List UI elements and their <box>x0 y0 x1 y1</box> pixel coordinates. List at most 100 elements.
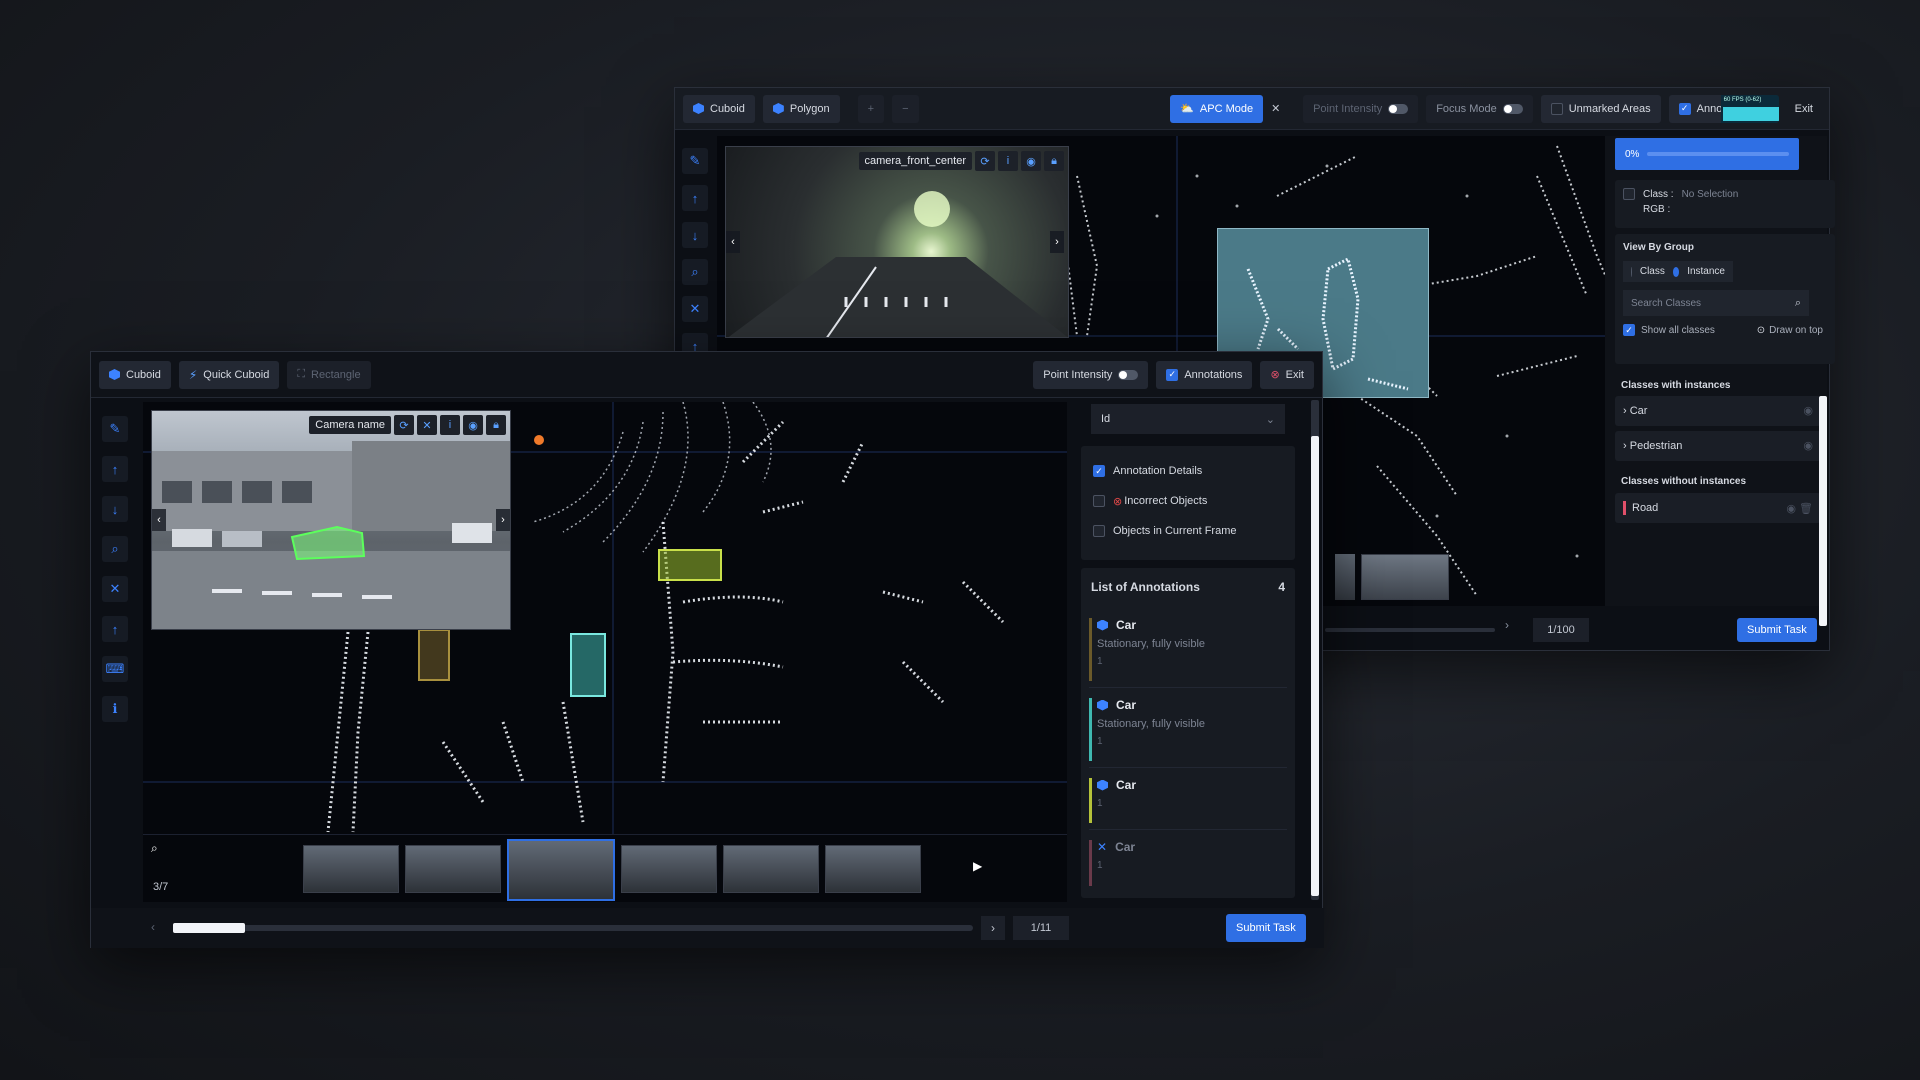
camera-prev-icon[interactable]: ‹ <box>726 231 740 253</box>
next-frame-icon[interactable]: › <box>981 916 1005 940</box>
annotation-item[interactable]: Car Stationary, fully visible 1 <box>1089 692 1287 768</box>
back-annotations[interactable]: ✓ Annota 60 FPS (0-62) <box>1668 94 1779 123</box>
point-intensity-toggle[interactable] <box>1388 103 1409 114</box>
info-icon[interactable]: i <box>998 151 1018 171</box>
eye-icon[interactable]: ◉ <box>1021 151 1041 171</box>
annotations-checkbox[interactable]: ✓ <box>1166 368 1179 381</box>
front-point-intensity[interactable]: Point Intensity <box>1033 360 1149 389</box>
apc-mode-button[interactable]: ⛅ APC Mode <box>1170 94 1264 123</box>
camera-thumbnail-selected[interactable] <box>507 839 615 901</box>
camera-prev-icon[interactable]: ‹ <box>152 509 166 531</box>
timeline-track[interactable] <box>173 923 973 933</box>
back-annotations-checkbox[interactable]: ✓ <box>1678 102 1691 115</box>
info-icon[interactable]: ℹ <box>102 696 128 722</box>
camera-thumbnail[interactable] <box>825 845 921 893</box>
polygon-icon <box>772 103 784 114</box>
front-camera-view[interactable]: Camera name ⟳ ✕ i ◉ 🔒︎ ‹ › <box>151 410 511 630</box>
right-panel-scrollbar[interactable] <box>1311 400 1319 900</box>
back-polygon-tool[interactable]: Polygon <box>762 94 840 123</box>
class-checkbox[interactable] <box>1623 188 1635 200</box>
pen-icon[interactable]: ✎ <box>102 416 128 442</box>
arrow-down-icon[interactable]: ↓ <box>682 222 708 248</box>
keyboard-icon[interactable]: ⌨ <box>102 656 128 682</box>
camera-thumbnail[interactable] <box>723 845 819 893</box>
magnifier-icon[interactable]: ⌕ <box>151 841 158 856</box>
zoom-icon[interactable]: ⌕ <box>682 259 708 285</box>
annotation-item[interactable]: Car Stationary, fully visible 1 <box>1089 612 1287 688</box>
chevron-down-icon: ⌄ <box>1265 413 1275 426</box>
focus-mode[interactable]: Focus Mode <box>1426 94 1533 123</box>
fit-icon[interactable]: ✕ <box>417 415 437 435</box>
arrow-up-long-icon[interactable]: ↑ <box>102 616 128 642</box>
back-next-frame-icon[interactable]: › <box>1505 618 1509 632</box>
timeline-progress[interactable] <box>173 923 245 933</box>
back-exit-button[interactable]: Exit <box>1787 103 1821 115</box>
sync-icon[interactable]: ⟳ <box>975 151 995 171</box>
instance-radio[interactable] <box>1672 266 1680 277</box>
front-submit-button[interactable]: Submit Task <box>1226 914 1306 942</box>
zoom-in-button[interactable]: + <box>857 94 885 123</box>
classes-with-instances-heading: Classes with instances <box>1621 380 1731 391</box>
arrow-up-icon[interactable]: ↑ <box>102 456 128 482</box>
class-item-car[interactable]: › Car ◉ <box>1615 396 1821 426</box>
apc-icon: ⛅ <box>1180 103 1194 115</box>
fit-icon[interactable]: ✕ <box>682 296 708 322</box>
front-window: Cuboid ⚡︎ Quick Cuboid ⛶ Rectangle Point I… <box>90 351 1324 948</box>
chevron-right-icon: › <box>1623 439 1627 452</box>
trash-icon[interactable]: 🗑︎ <box>1799 503 1813 515</box>
annotation-item[interactable]: Car 1 <box>1089 772 1287 830</box>
error-icon: ⊗ <box>1113 495 1123 508</box>
draw-on-top-icon[interactable]: ⊙ <box>1757 325 1765 336</box>
front-point-cloud-canvas[interactable]: Camera name ⟳ ✕ i ◉ 🔒︎ ‹ › <box>143 402 1067 834</box>
arrow-down-icon[interactable]: ↓ <box>102 496 128 522</box>
camera-next-icon[interactable]: › <box>496 509 510 531</box>
annotation-item[interactable]: ✕ Car 1 <box>1089 834 1287 892</box>
zoom-out-button[interactable]: − <box>892 94 919 123</box>
eye-icon[interactable]: ◉ <box>1803 404 1813 417</box>
search-classes-input[interactable]: Search Classes ⌕ <box>1623 290 1809 316</box>
camera-thumbnail[interactable] <box>405 845 501 893</box>
camera-thumbnail[interactable] <box>303 845 399 893</box>
eye-icon[interactable]: ◉ <box>463 415 483 435</box>
apc-close-icon[interactable]: ✕ <box>1271 102 1287 115</box>
back-panel-scrollbar[interactable] <box>1819 396 1827 626</box>
class-radio[interactable] <box>1631 266 1632 277</box>
thumbnails-next-icon[interactable]: ▶ <box>973 859 982 873</box>
incorrect-objects-checkbox[interactable] <box>1093 495 1105 507</box>
class-item-pedestrian[interactable]: › Pedestrian ◉ <box>1615 431 1821 461</box>
front-annotations[interactable]: ✓ Annotations <box>1156 360 1253 389</box>
back-submit-button[interactable]: Submit Task <box>1737 618 1817 642</box>
annotation-details-checkbox[interactable]: ✓ <box>1093 465 1105 477</box>
lock-icon[interactable]: 🔒︎ <box>486 415 506 435</box>
eye-icon[interactable]: ◉ <box>1803 439 1813 452</box>
point-intensity-toggle[interactable] <box>1118 369 1139 380</box>
sync-icon[interactable]: ⟳ <box>394 415 414 435</box>
front-cuboid-tool[interactable]: Cuboid <box>99 360 171 389</box>
back-point-intensity[interactable]: Point Intensity <box>1303 94 1419 123</box>
id-dropdown[interactable]: Id ⌄ <box>1091 404 1285 434</box>
camera-thumbnail[interactable] <box>621 845 717 893</box>
eye-icon[interactable]: ◉ <box>1786 503 1796 515</box>
fit-icon[interactable]: ✕ <box>102 576 128 602</box>
pen-icon[interactable]: ✎ <box>682 148 708 174</box>
unmarked-areas-checkbox[interactable] <box>1550 102 1563 115</box>
show-all-classes-checkbox[interactable]: ✓ <box>1623 324 1635 336</box>
camera-next-icon[interactable]: › <box>1050 231 1064 253</box>
back-cuboid-tool[interactable]: Cuboid <box>683 94 755 123</box>
back-camera-view[interactable]: camera_front_center ⟳ i ◉ 🔒︎ ‹ › <box>725 146 1069 338</box>
class-item-road[interactable]: Road ◉ 🗑︎ <box>1615 493 1821 523</box>
objects-current-frame-checkbox[interactable] <box>1093 525 1105 537</box>
prev-frame-icon[interactable]: ‹ <box>151 920 155 934</box>
focus-mode-toggle[interactable] <box>1502 103 1523 114</box>
unmarked-areas[interactable]: Unmarked Areas <box>1540 94 1661 123</box>
arrow-up-icon[interactable]: ↑ <box>682 185 708 211</box>
lock-icon[interactable]: 🔒︎ <box>1044 151 1064 171</box>
zoom-icon[interactable]: ⌕ <box>102 536 128 562</box>
back-timeline[interactable] <box>1325 628 1495 632</box>
info-icon[interactable]: i <box>440 415 460 435</box>
cuboid-icon <box>1097 699 1108 711</box>
front-right-panel: Id ⌄ ✓ Annotation Details ⊗ Incorrect Obje… <box>1081 400 1321 904</box>
front-exit-button[interactable]: ⊗ Exit <box>1260 360 1314 389</box>
quick-cuboid-tool[interactable]: ⚡︎ Quick Cuboid <box>178 360 280 389</box>
rectangle-tool[interactable]: ⛶ Rectangle <box>287 360 371 389</box>
